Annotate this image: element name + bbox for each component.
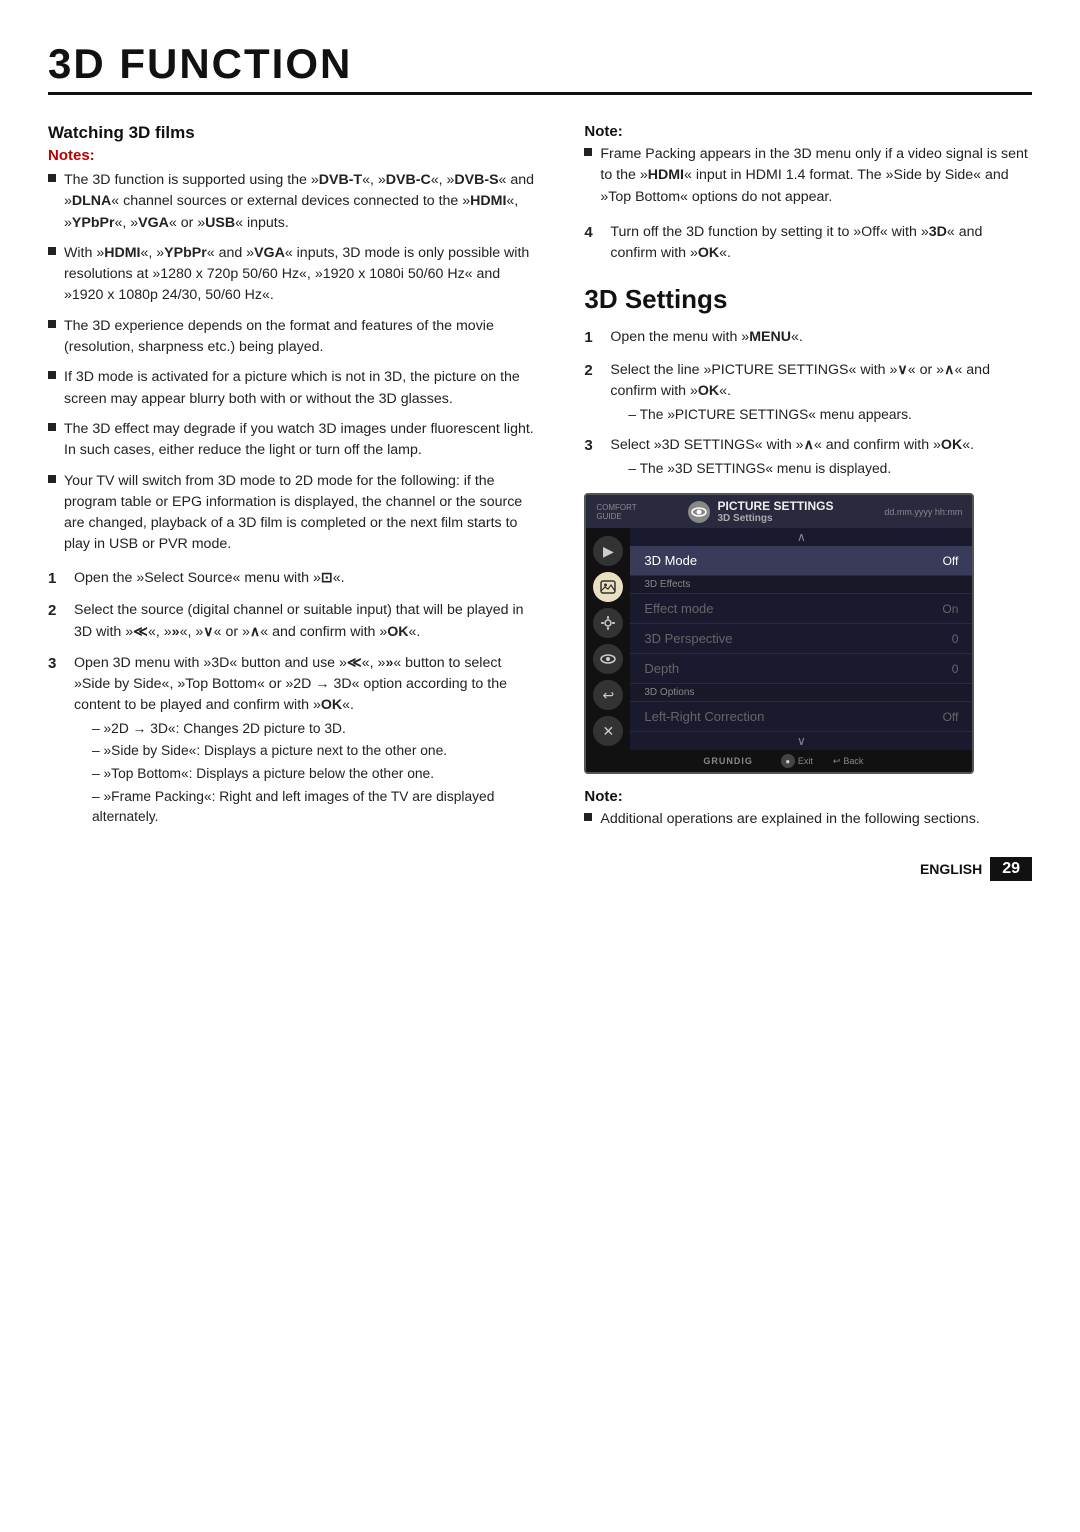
watching-heading: Watching 3D films xyxy=(48,123,540,143)
steps-list: 1 Open the »Select Source« menu with »⊡«… xyxy=(48,568,540,828)
list-item: The 3D experience depends on the format … xyxy=(48,316,540,359)
tv-arrow-up: ∧ xyxy=(630,528,972,546)
notes-label: Notes: xyxy=(48,147,540,164)
sidebar-icon-back: ↩ xyxy=(593,680,623,710)
note-block-2: Note: Additional operations are explaine… xyxy=(584,788,1032,830)
bullet-icon xyxy=(48,174,56,182)
grundig-logo: GRUNDIG xyxy=(695,754,761,768)
tv-exit-btn: ● Exit xyxy=(781,754,813,768)
bullet-icon xyxy=(48,475,56,483)
list-item: Additional operations are explained in t… xyxy=(584,809,1032,830)
tv-screen-mockup: COMFORTGUIDE PICTURE SETTINGS 3D Setting… xyxy=(584,493,974,774)
list-item: 2 Select the line »PICTURE SETTINGS« wit… xyxy=(584,360,1032,425)
eye-icon xyxy=(688,501,710,523)
notes-list: The 3D function is supported using the »… xyxy=(48,170,540,556)
tv-item-label: Depth xyxy=(644,661,679,676)
page-number: 29 xyxy=(990,857,1032,881)
exit-circle-icon: ● xyxy=(781,754,795,768)
tv-menu-title: PICTURE SETTINGS xyxy=(718,499,834,513)
tv-menu-item-perspective[interactable]: 3D Perspective 0 xyxy=(630,624,972,654)
tv-item-label: 3D Perspective xyxy=(644,631,732,646)
tv-main-area: ▶ ↩ ✕ ∧ xyxy=(586,528,972,750)
right-column: Note: Frame Packing appears in the 3D me… xyxy=(584,123,1032,845)
tv-section-text: 3D Effects xyxy=(644,579,690,590)
two-column-layout: Watching 3D films Notes: The 3D function… xyxy=(48,123,1032,845)
tv-arrow-down: ∨ xyxy=(630,732,972,750)
sidebar-icon-play: ▶ xyxy=(593,536,623,566)
list-item: 3 Open 3D menu with »3D« button and use … xyxy=(48,653,540,828)
tv-item-value: 0 xyxy=(952,662,959,676)
list-item: With »HDMI«, »YPbPr« and »VGA« inputs, 3… xyxy=(48,243,540,307)
page-container: 3D FUNCTION Watching 3D films Notes: The… xyxy=(0,0,1080,905)
left-column: Watching 3D films Notes: The 3D function… xyxy=(48,123,540,845)
step4-list: 4 Turn off the 3D function by setting it… xyxy=(584,222,1032,265)
tv-item-value: Off xyxy=(943,710,959,724)
page-footer: ENGLISH 29 xyxy=(920,857,1032,881)
list-item: Frame Packing appears in the 3D menu onl… xyxy=(584,144,1032,208)
list-item: 1 Open the menu with »MENU«. xyxy=(584,327,1032,350)
sidebar-icon-settings xyxy=(593,608,623,638)
note-label-2: Note: xyxy=(584,788,1032,805)
footer-lang: ENGLISH xyxy=(920,861,982,877)
tv-top-bar: COMFORTGUIDE PICTURE SETTINGS 3D Setting… xyxy=(586,495,972,528)
settings-heading: 3D Settings xyxy=(584,284,1032,315)
tv-title-area: PICTURE SETTINGS 3D Settings xyxy=(688,499,834,524)
tv-menu-item-3dmode[interactable]: 3D Mode Off xyxy=(630,546,972,576)
list-item: 1 Open the »Select Source« menu with »⊡«… xyxy=(48,568,540,591)
sidebar-icon-picture xyxy=(593,572,623,602)
bullet-icon xyxy=(48,247,56,255)
tv-time: dd.mm.yyyy hh:mm xyxy=(884,507,962,517)
list-item: If 3D mode is activated for a picture wh… xyxy=(48,367,540,410)
sidebar-icon-close: ✕ xyxy=(593,716,623,746)
tv-back-btn: ↩ Back xyxy=(833,756,864,767)
tv-menu-item-depth[interactable]: Depth 0 xyxy=(630,654,972,684)
note2-text: Additional operations are explained in t… xyxy=(600,809,979,830)
tv-section-text: 3D Options xyxy=(644,687,694,698)
bullet-icon xyxy=(584,813,592,821)
note-block-1: Note: Frame Packing appears in the 3D me… xyxy=(584,123,1032,208)
tv-item-value: On xyxy=(942,602,958,616)
tv-sidebar: ▶ ↩ ✕ xyxy=(586,528,630,750)
list-item: Your TV will switch from 3D mode to 2D m… xyxy=(48,471,540,556)
list-item: The 3D effect may degrade if you watch 3… xyxy=(48,419,540,462)
list-item: 4 Turn off the 3D function by setting it… xyxy=(584,222,1032,265)
bullet-icon xyxy=(48,371,56,379)
list-item: 2 Select the source (digital channel or … xyxy=(48,600,540,643)
tv-item-label: Effect mode xyxy=(644,601,713,616)
tv-section-label-options: 3D Options xyxy=(630,684,972,702)
bullet-icon xyxy=(48,423,56,431)
tv-content-area: ∧ 3D Mode Off 3D Effects Effect mode xyxy=(630,528,972,750)
list-item: The 3D function is supported using the »… xyxy=(48,170,540,234)
tv-bottom-bar: GRUNDIG ● Exit ↩ Back xyxy=(586,750,972,772)
settings-steps-list: 1 Open the menu with »MENU«. 2 Select th… xyxy=(584,327,1032,479)
tv-item-value: Off xyxy=(943,554,959,568)
note-label-1: Note: xyxy=(584,123,1032,140)
tv-item-value: 0 xyxy=(952,632,959,646)
tv-section-label-effects: 3D Effects xyxy=(630,576,972,594)
note1-list: Frame Packing appears in the 3D menu onl… xyxy=(584,144,1032,208)
tv-menu-item-leftrightcorrection[interactable]: Left-Right Correction Off xyxy=(630,702,972,732)
sidebar-icon-eye xyxy=(593,644,623,674)
page-title: 3D FUNCTION xyxy=(48,40,1032,95)
tv-menu-subtitle: 3D Settings xyxy=(718,513,834,524)
tv-menu-item-effectmode[interactable]: Effect mode On xyxy=(630,594,972,624)
comfort-guide-label: COMFORTGUIDE xyxy=(596,503,636,521)
bullet-icon xyxy=(48,320,56,328)
list-item: 3 Select »3D SETTINGS« with »∧« and conf… xyxy=(584,435,1032,479)
tv-item-label: Left-Right Correction xyxy=(644,709,764,724)
bullet-icon xyxy=(584,148,592,156)
back-arrow-icon: ↩ xyxy=(833,756,841,767)
note2-list: Additional operations are explained in t… xyxy=(584,809,1032,830)
tv-item-label: 3D Mode xyxy=(644,553,697,568)
